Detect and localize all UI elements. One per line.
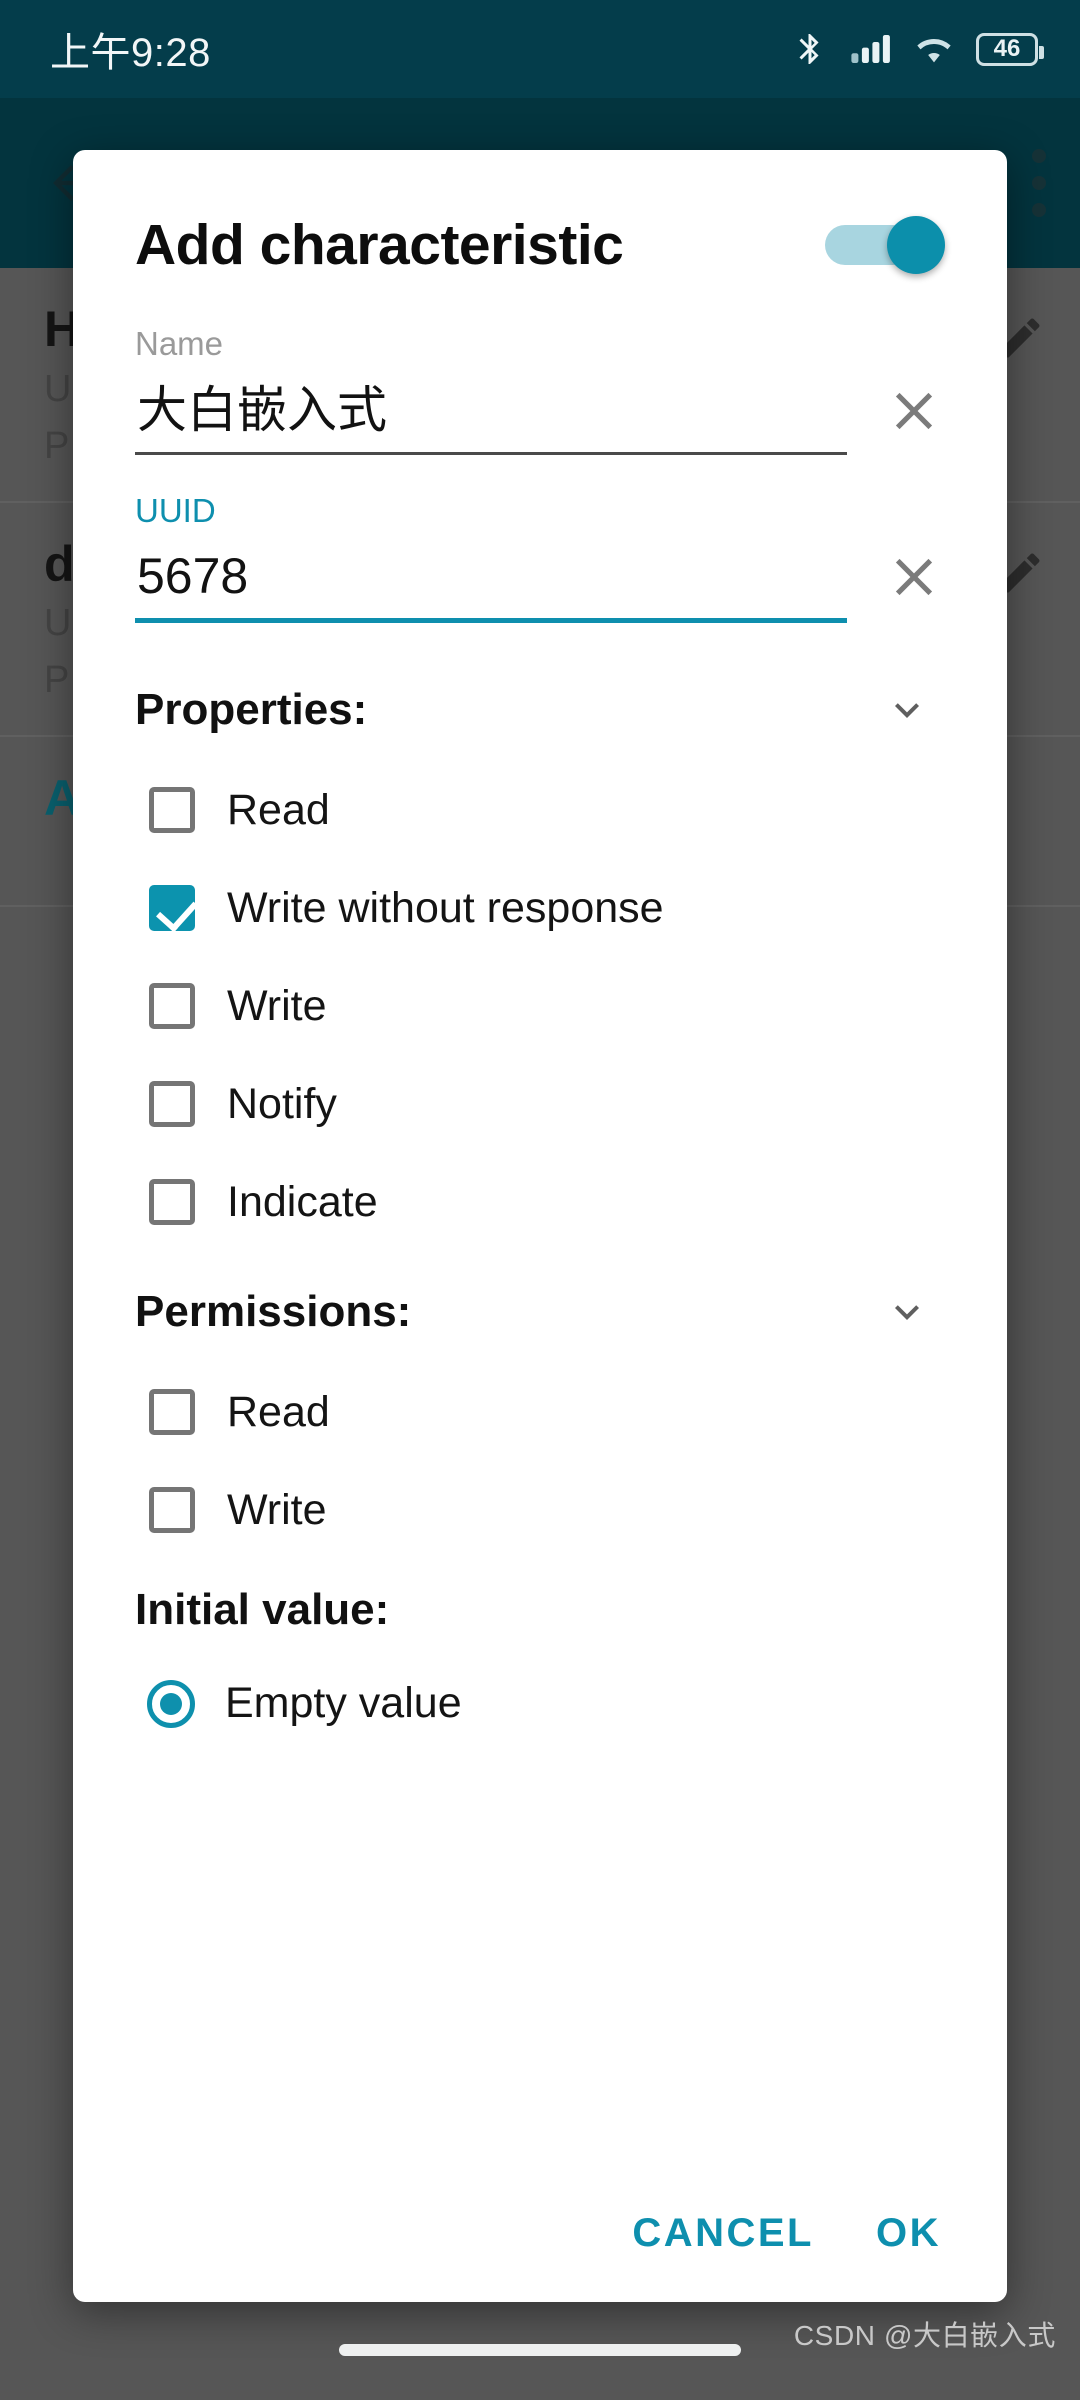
properties-section-header[interactable]: Properties: — [135, 685, 945, 735]
radio-selected[interactable] — [147, 1679, 195, 1728]
status-clock: 上午9:28 — [50, 31, 211, 75]
property-label: Write — [227, 981, 327, 1030]
permissions-section-header[interactable]: Permissions: — [135, 1287, 945, 1337]
permission-read[interactable]: Read — [135, 1387, 945, 1436]
property-notify[interactable]: Notify — [135, 1079, 945, 1128]
initial-value-empty-option[interactable]: Empty value — [135, 1679, 945, 1728]
checkbox[interactable] — [149, 1389, 195, 1436]
dialog-header: Add characteristic — [135, 150, 945, 288]
chevron-down-icon[interactable] — [883, 686, 931, 734]
phone-screen: H U P d U P A 上午9:28 46 Add characterist… — [0, 0, 1080, 2400]
checkbox-checked[interactable] — [149, 885, 195, 932]
checkbox[interactable] — [149, 1179, 195, 1226]
name-field-underline — [135, 451, 847, 455]
home-gesture-bar[interactable] — [339, 2344, 741, 2356]
uuid-field-underline — [135, 618, 847, 624]
checkbox[interactable] — [149, 1081, 195, 1128]
watermark: CSDN @大白嵌入式 — [793, 2320, 1056, 2351]
dialog-actions: CANCEL OK — [135, 2211, 945, 2302]
property-write[interactable]: Write — [135, 981, 945, 1030]
property-label: Indicate — [227, 1177, 378, 1226]
ok-button[interactable]: OK — [876, 2211, 941, 2256]
dialog-title: Add characteristic — [135, 213, 624, 277]
name-field-label: Name — [135, 325, 224, 362]
cancel-button[interactable]: CANCEL — [632, 2211, 814, 2256]
uuid-field-group: UUID 5678 — [135, 491, 945, 624]
close-icon[interactable] — [883, 380, 945, 442]
name-input[interactable]: 大白嵌入式 — [135, 364, 865, 452]
property-write-without-response[interactable]: Write without response — [135, 883, 945, 932]
permission-label: Write — [227, 1485, 327, 1534]
property-label: Notify — [227, 1079, 337, 1128]
toggle-thumb — [887, 216, 945, 274]
status-icons: 46 — [792, 29, 1044, 69]
permission-label: Read — [227, 1387, 330, 1436]
uuid-field-label: UUID — [135, 491, 216, 529]
add-characteristic-dialog: Add characteristic Name 大白嵌入式 UUID 5678 — [73, 150, 1007, 2302]
properties-heading: Properties: — [135, 685, 368, 735]
initial-value-option-label: Empty value — [225, 1679, 462, 1728]
chevron-down-icon[interactable] — [883, 1288, 931, 1336]
property-read[interactable]: Read — [135, 785, 945, 834]
property-label: Write without response — [227, 883, 664, 932]
status-bar: 上午9:28 46 — [0, 0, 1080, 98]
battery-level: 46 — [993, 35, 1021, 62]
advanced-toggle[interactable] — [825, 216, 945, 274]
uuid-input[interactable]: 5678 — [135, 530, 865, 618]
initial-value-heading: Initial value: — [135, 1585, 390, 1635]
checkbox[interactable] — [149, 983, 195, 1030]
cellular-signal-icon — [850, 32, 892, 66]
property-indicate[interactable]: Indicate — [135, 1177, 945, 1226]
checkbox[interactable] — [149, 1487, 195, 1534]
bluetooth-icon — [792, 31, 828, 67]
permission-write[interactable]: Write — [135, 1485, 945, 1534]
checkbox[interactable] — [149, 787, 195, 834]
wifi-icon — [914, 29, 954, 69]
name-field-group: Name 大白嵌入式 — [135, 324, 945, 455]
close-icon[interactable] — [883, 546, 945, 608]
permissions-heading: Permissions: — [135, 1287, 412, 1337]
battery-icon: 46 — [976, 32, 1044, 66]
property-label: Read — [227, 785, 330, 834]
